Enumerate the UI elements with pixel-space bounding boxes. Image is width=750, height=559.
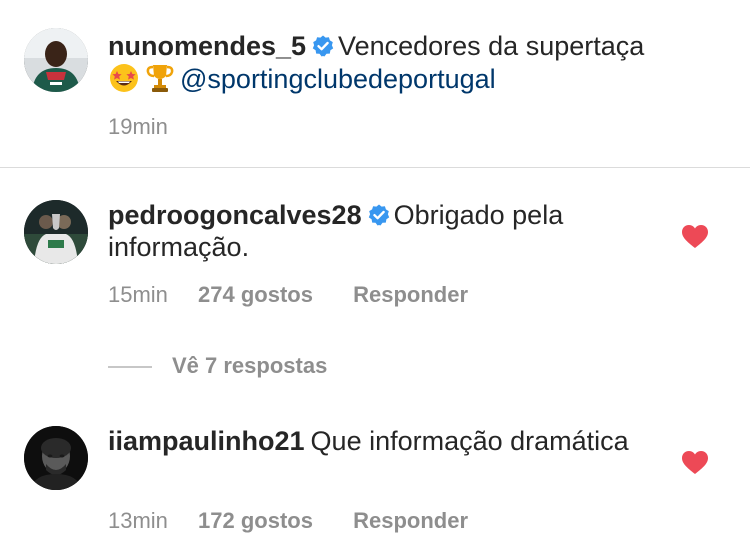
comment-meta: 13min 172 gostos Responder — [108, 508, 468, 534]
trophy-emoji-icon — [144, 62, 176, 94]
comment-body: Que informação dramática — [310, 426, 629, 456]
comment-text: pedroogoncalves28 Obrigado pela informaçã… — [108, 199, 668, 263]
caption-mention[interactable]: @sportingclubedeportugal — [180, 64, 496, 94]
replies-divider-line — [108, 366, 152, 368]
comment-text: iiampaulinho21 Que informação dramática — [108, 425, 668, 457]
verified-badge-icon — [311, 34, 335, 58]
caption-time: 19min — [108, 114, 168, 139]
caption-meta: 19min — [108, 114, 168, 140]
avatar-image — [24, 28, 88, 92]
comment-time: 15min — [108, 282, 168, 307]
comment-avatar[interactable] — [24, 200, 88, 264]
like-heart-icon[interactable] — [682, 225, 708, 249]
caption-text: nunomendes_5 Vencedores da supertaça @spo… — [108, 30, 728, 95]
reply-button[interactable]: Responder — [353, 282, 468, 308]
verified-badge-icon — [367, 203, 391, 227]
caption-divider — [0, 167, 750, 168]
reply-button[interactable]: Responder — [353, 508, 468, 534]
avatar-image — [24, 200, 88, 264]
caption-body: Vencedores da supertaça — [338, 31, 645, 61]
comment-meta: 15min 274 gostos Responder — [108, 282, 468, 308]
comment-username[interactable]: pedroogoncalves28 — [108, 200, 362, 230]
caption-username[interactable]: nunomendes_5 — [108, 31, 306, 61]
view-replies-button[interactable]: Vê 7 respostas — [172, 353, 327, 379]
comment-username[interactable]: iiampaulinho21 — [108, 426, 305, 456]
like-heart-icon[interactable] — [682, 451, 708, 475]
avatar-image — [24, 426, 88, 490]
comment-avatar[interactable] — [24, 426, 88, 490]
comment-likes[interactable]: 172 gostos — [198, 508, 313, 534]
caption-avatar[interactable] — [24, 28, 88, 92]
star-struck-emoji-icon — [108, 62, 140, 94]
comment-likes[interactable]: 274 gostos — [198, 282, 313, 308]
comment-time: 13min — [108, 508, 168, 533]
